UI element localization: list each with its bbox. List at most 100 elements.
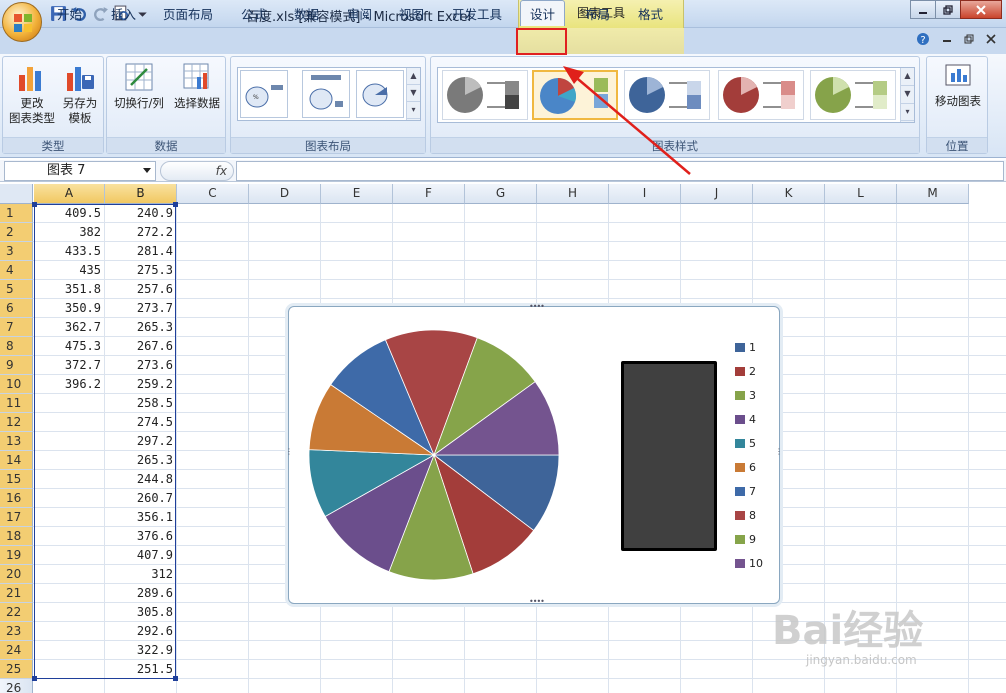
tab-view[interactable]: 视图 [399,4,424,23]
tab-design[interactable]: 设计 [520,0,566,26]
chart-handle-top[interactable]: •••• [529,302,545,311]
cell-a[interactable] [34,432,105,451]
cell-b[interactable]: 274.5 [105,413,177,432]
column-header-a[interactable]: A [34,184,105,204]
chart-handle-bottom[interactable]: •••• [529,597,545,606]
cell-a[interactable] [34,622,105,641]
restore-workbook-icon[interactable] [964,34,974,44]
cell-a[interactable]: 362.7 [34,318,105,337]
column-header-h[interactable]: H [537,184,609,204]
name-box[interactable]: 图表 7 [4,161,156,181]
chart-style-2[interactable] [532,70,618,120]
cell-a[interactable] [34,584,105,603]
pie-chart[interactable]: 1 2 3 4 5 6 7 8 9 10 •••• •••• ⋮ ⋮ [285,302,783,606]
redo-icon[interactable] [92,5,109,22]
cell-b[interactable]: 312 [105,565,177,584]
cell-b[interactable]: 260.7 [105,489,177,508]
range-handle-bl[interactable] [32,676,37,681]
layout-gallery-scroll[interactable]: ▲ ▼ ▾ [406,68,420,120]
tab-review[interactable]: 审阅 [347,4,372,23]
chart-style-5[interactable] [810,70,896,120]
cell-a[interactable]: 351.8 [34,280,105,299]
minimize-button[interactable] [910,0,936,19]
tab-page-layout[interactable]: 页面布局 [163,4,213,23]
cell-b[interactable] [105,679,177,693]
chart-style-4[interactable] [718,70,804,120]
chart-handle-right[interactable]: ⋮ [775,447,783,456]
chart-layout-2[interactable] [302,70,350,118]
cell-b[interactable]: 289.6 [105,584,177,603]
row-header[interactable]: 10 [0,375,33,394]
cell-b[interactable]: 356.1 [105,508,177,527]
chart-handle-left[interactable]: ⋮ [285,447,293,456]
cell-b[interactable]: 259.2 [105,375,177,394]
row-header[interactable]: 18 [0,527,33,546]
row-header[interactable]: 4 [0,261,33,280]
tab-layout[interactable]: 布局 [585,4,610,23]
chart-layout-1[interactable]: % [240,70,288,118]
close-workbook-icon[interactable] [986,34,996,44]
row-header[interactable]: 9 [0,356,33,375]
cell-b[interactable]: 273.6 [105,356,177,375]
row-header[interactable]: 23 [0,622,33,641]
styles-gallery-scroll[interactable]: ▲ ▼ ▾ [900,68,914,122]
row-header[interactable]: 6 [0,299,33,318]
cell-a[interactable] [34,470,105,489]
customize-qat-icon[interactable] [134,5,151,22]
cell-a[interactable] [34,546,105,565]
cell-b[interactable]: 240.9 [105,204,177,223]
column-header-e[interactable]: E [321,184,393,204]
legend-item-8[interactable]: 8 [735,509,756,522]
row-header[interactable]: 22 [0,603,33,622]
cell-a[interactable] [34,413,105,432]
cell-b[interactable]: 322.9 [105,641,177,660]
cell-a[interactable]: 396.2 [34,375,105,394]
row-header[interactable]: 15 [0,470,33,489]
cell-b[interactable]: 265.3 [105,451,177,470]
tab-home[interactable]: 开始 [57,4,82,23]
legend-item-2[interactable]: 2 [735,365,756,378]
column-header-j[interactable]: J [681,184,753,204]
column-header-m[interactable]: M [897,184,969,204]
cell-a[interactable]: 435 [34,261,105,280]
row-header[interactable]: 12 [0,413,33,432]
chart-layout-3[interactable] [356,70,404,118]
tab-insert[interactable]: 插入 [111,4,136,23]
cell-b[interactable]: 275.3 [105,261,177,280]
column-header-f[interactable]: F [393,184,465,204]
select-all-corner[interactable] [0,184,33,204]
help-icon[interactable]: ? [916,32,930,46]
cell-b[interactable]: 258.5 [105,394,177,413]
cell-a[interactable] [34,527,105,546]
tab-format[interactable]: 格式 [638,4,663,23]
row-header[interactable]: 20 [0,565,33,584]
row-header[interactable]: 7 [0,318,33,337]
cell-b[interactable]: 297.2 [105,432,177,451]
cell-b[interactable]: 305.8 [105,603,177,622]
cell-a[interactable] [34,679,105,693]
cell-a[interactable] [34,451,105,470]
row-header[interactable]: 25 [0,660,33,679]
legend-item-5[interactable]: 5 [735,437,756,450]
cell-b[interactable]: 407.9 [105,546,177,565]
cell-a[interactable]: 433.5 [34,242,105,261]
cell-a[interactable] [34,394,105,413]
cell-b[interactable]: 272.2 [105,223,177,242]
tab-developer[interactable]: 开发工具 [452,4,502,23]
row-header[interactable]: 26 [0,679,33,693]
legend-item-6[interactable]: 6 [735,461,756,474]
row-header[interactable]: 21 [0,584,33,603]
cell-b[interactable]: 265.3 [105,318,177,337]
cell-a[interactable]: 372.7 [34,356,105,375]
close-button[interactable] [960,0,1002,19]
cell-a[interactable]: 409.5 [34,204,105,223]
row-header[interactable]: 13 [0,432,33,451]
range-handle-br[interactable] [173,676,178,681]
row-header[interactable]: 11 [0,394,33,413]
legend-item-9[interactable]: 9 [735,533,756,546]
cell-a[interactable]: 382 [34,223,105,242]
insert-function-button[interactable]: fx [160,161,234,181]
name-box-dropdown-icon[interactable] [143,168,151,173]
cell-b[interactable]: 273.7 [105,299,177,318]
row-header[interactable]: 3 [0,242,33,261]
